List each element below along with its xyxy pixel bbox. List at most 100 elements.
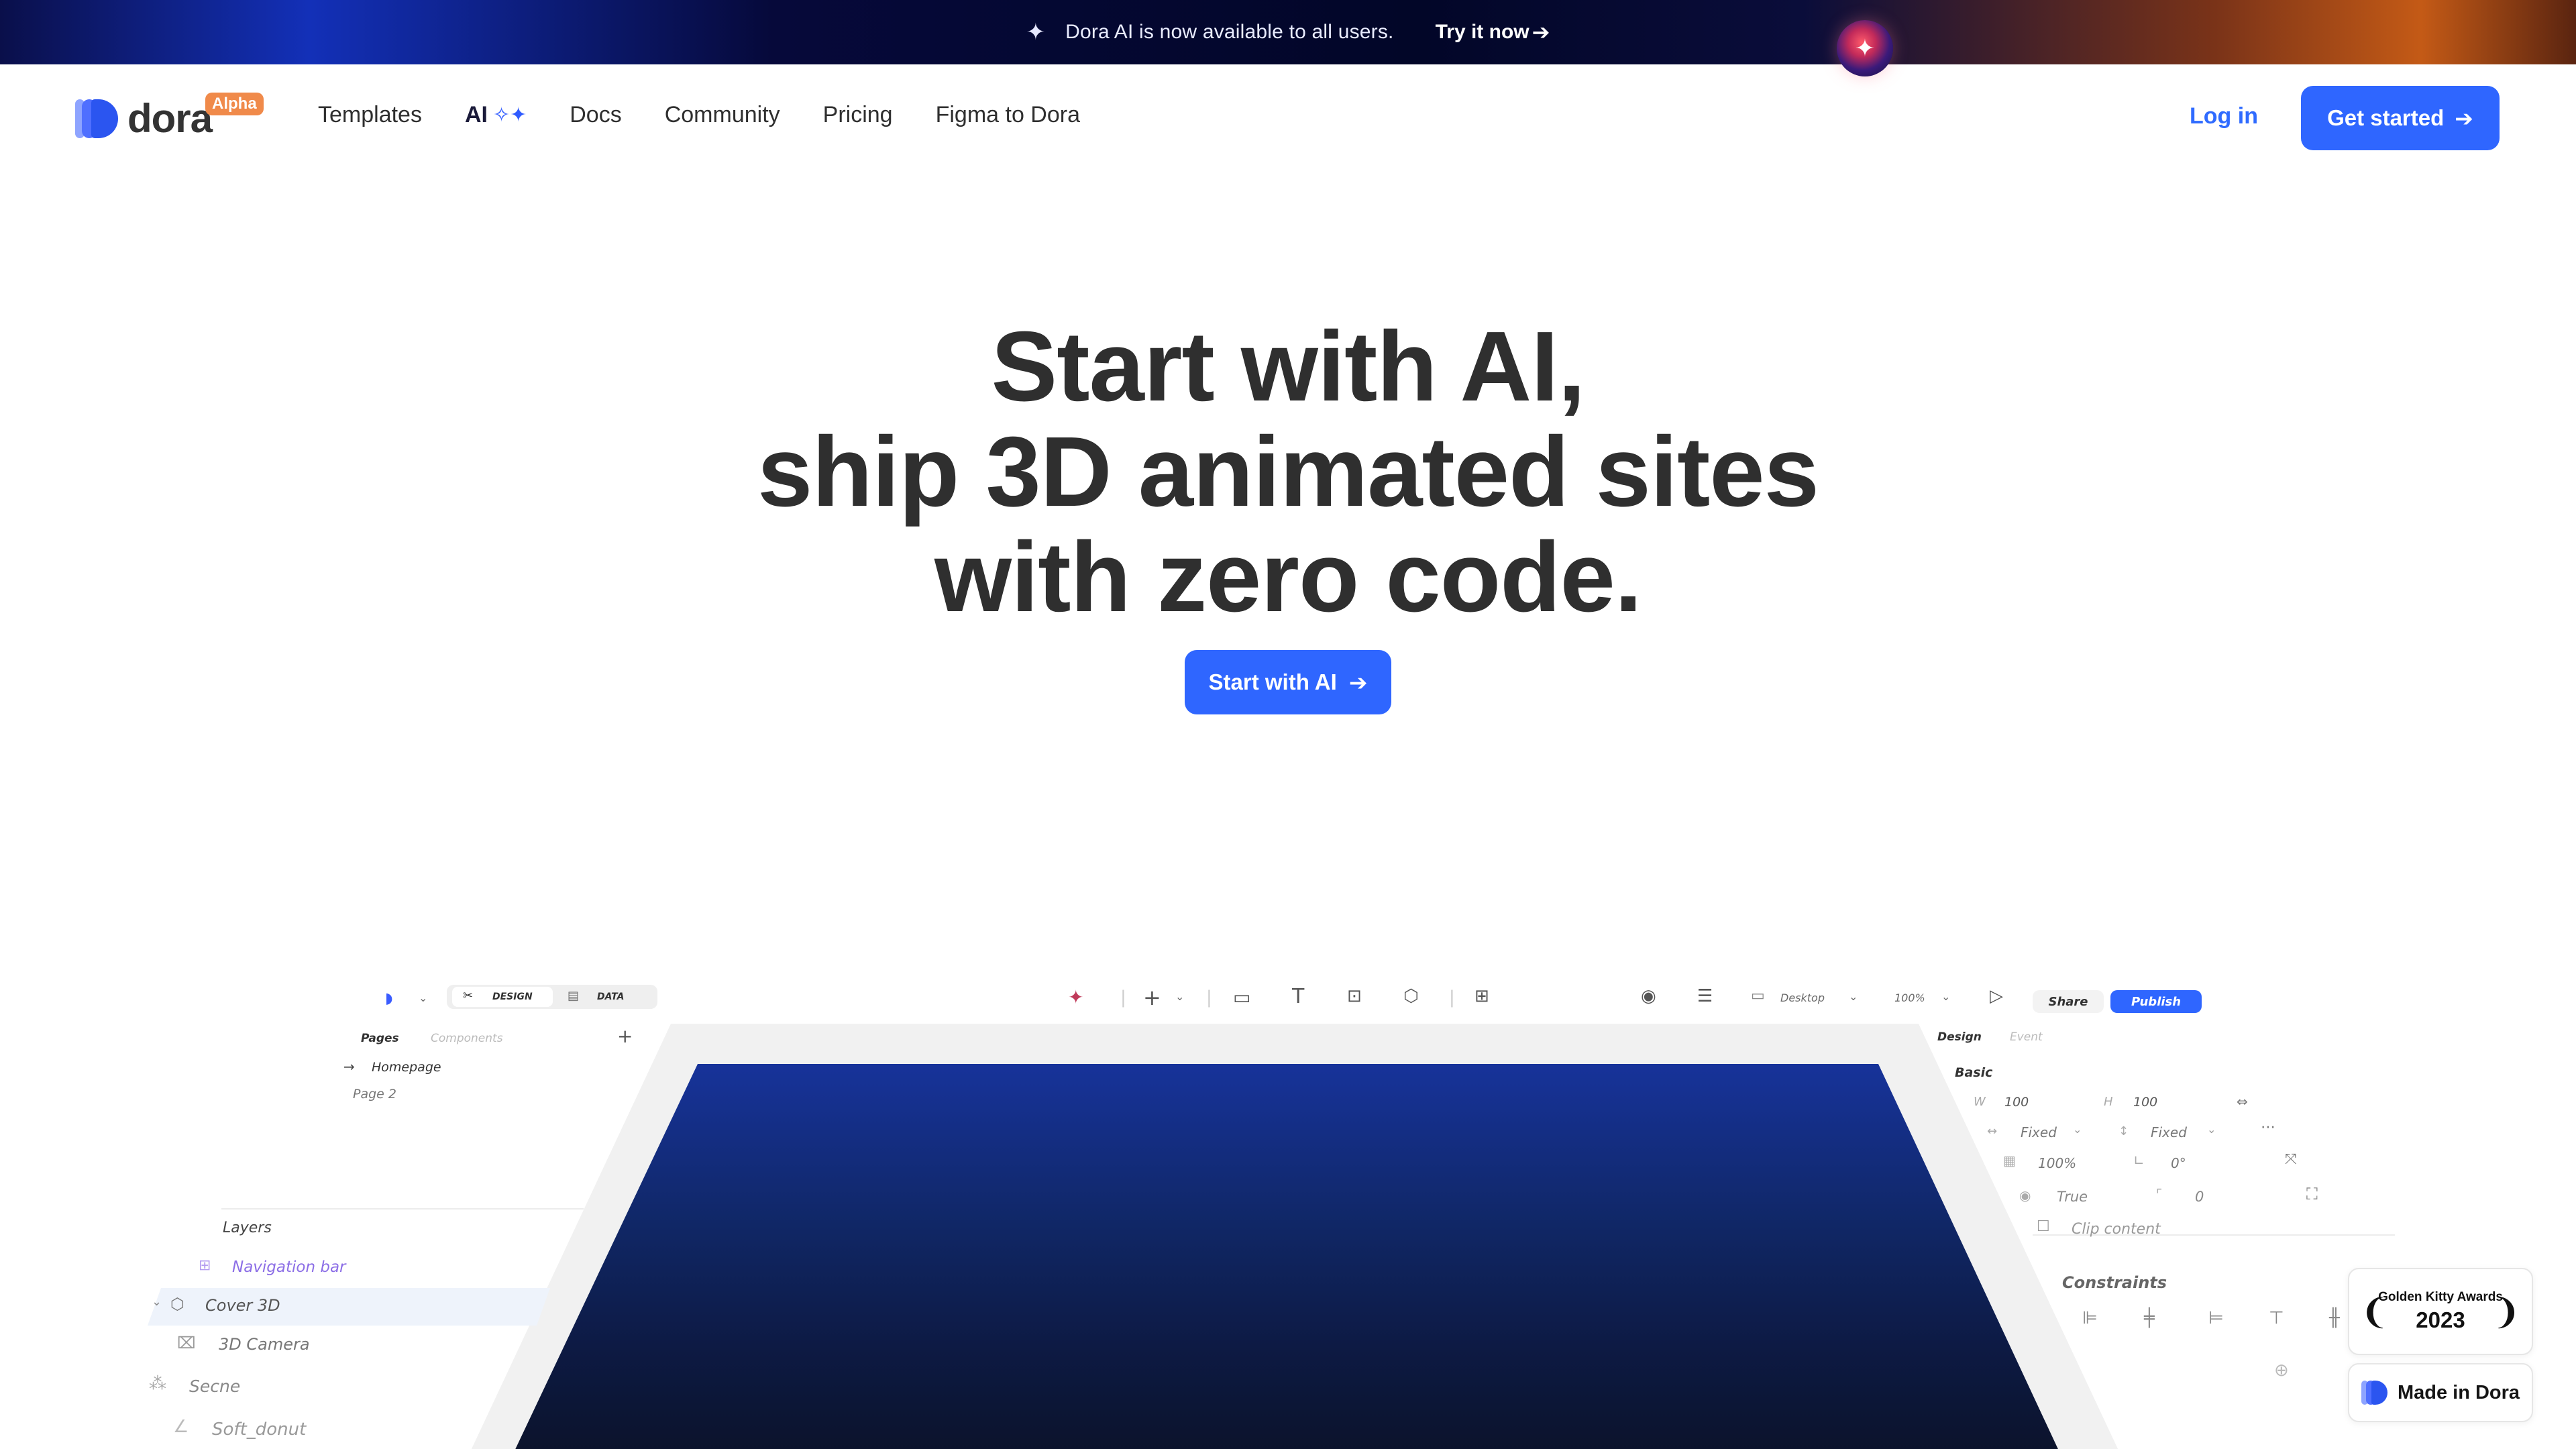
layer-item-cover-3d[interactable]: Cover 3D	[205, 1296, 280, 1315]
separator: |	[1206, 987, 1212, 1008]
camera-icon: ⌧	[177, 1334, 196, 1352]
top-nav: dora Alpha Templates AI ✧✦ Docs Communit…	[0, 64, 2576, 172]
layer-item-secne[interactable]: Secne	[189, 1377, 240, 1396]
layer-item-navigation-bar[interactable]: Navigation bar	[232, 1258, 346, 1276]
more-icon[interactable]: ⋯	[2261, 1119, 2275, 1136]
arrow-right-icon: ➔	[1532, 20, 1550, 44]
width-mode-select[interactable]: Fixed	[2021, 1124, 2057, 1140]
ai-sparkle-icon[interactable]: ✦	[1068, 986, 1083, 1008]
golden-kitty-award-badge[interactable]: ❨ Golden Kitty Awards 2023 ❩	[2348, 1268, 2533, 1355]
nav-item-templates[interactable]: Templates	[318, 102, 422, 128]
chevron-down-icon[interactable]: ⌄	[2207, 1123, 2216, 1136]
settings-sliders-icon[interactable]: ☰	[1697, 986, 1713, 1006]
get-started-button[interactable]: Get started ➔	[2301, 86, 2500, 150]
constraint-add-icon[interactable]: ⊕	[2274, 1360, 2289, 1381]
tab-components[interactable]: Components	[431, 1032, 503, 1045]
width-input[interactable]: 100	[2004, 1095, 2029, 1110]
arrow-right-icon: →	[343, 1059, 355, 1075]
arrow-right-icon: ➔	[1348, 669, 1368, 695]
corner-radius-icon: ⌜	[2156, 1186, 2163, 1202]
align-center-icon[interactable]: ╪	[2144, 1308, 2155, 1328]
text-tool-icon[interactable]: T	[1292, 985, 1304, 1008]
basic-section-title: Basic	[1955, 1065, 1993, 1080]
opacity-input[interactable]: 100%	[2038, 1155, 2076, 1171]
separator: |	[1120, 987, 1126, 1008]
align-middle-icon[interactable]: ╫	[2329, 1308, 2340, 1328]
nav-item-community[interactable]: Community	[665, 102, 780, 128]
nav-item-docs[interactable]: Docs	[570, 102, 621, 128]
cube-3d-icon[interactable]: ⬡	[1403, 986, 1419, 1006]
zoom-select[interactable]: 100%	[1894, 991, 1925, 1004]
chevron-down-icon[interactable]: ⌄	[2073, 1123, 2082, 1136]
tab-design-props[interactable]: Design	[1937, 1030, 1982, 1044]
share-button[interactable]: Share	[2033, 990, 2104, 1013]
components-icon[interactable]: ⊞	[1474, 986, 1489, 1006]
award-title: Golden Kitty Awards	[2378, 1290, 2503, 1304]
chevron-down-icon[interactable]: ⌄	[152, 1295, 162, 1309]
start-with-ai-button[interactable]: Start with AI ➔	[1185, 650, 1391, 714]
hero-line-2: ship 3D animated sites	[757, 417, 1819, 527]
made-in-dora-badge[interactable]: Made in Dora	[2348, 1363, 2533, 1422]
laurel-right-icon: ❩	[2491, 1293, 2521, 1332]
checkbox[interactable]: ☐	[2037, 1218, 2050, 1235]
page-item-homepage[interactable]: Homepage	[372, 1060, 441, 1075]
layer-item-soft-donut[interactable]: Soft_donut	[212, 1419, 306, 1440]
link-icon[interactable]: ⇔	[2237, 1093, 2248, 1110]
chevron-down-icon[interactable]: ⌄	[1941, 990, 1950, 1003]
try-it-now-link[interactable]: Try it now ➔	[1436, 19, 1550, 45]
logo-wordmark: dora	[127, 96, 213, 141]
nav-item-pricing[interactable]: Pricing	[823, 102, 893, 128]
dora-logo-icon[interactable]: ◗	[385, 990, 393, 1007]
width-label: W	[1974, 1095, 1986, 1109]
hero-line-1: Start with AI,	[991, 311, 1586, 422]
clip-content-label: Clip content	[2072, 1221, 2161, 1238]
chevron-down-icon[interactable]: ⌄	[1175, 990, 1184, 1003]
height-mode-icon: ↕	[2118, 1124, 2129, 1138]
chevron-down-icon[interactable]: ⌄	[1849, 990, 1858, 1003]
height-input[interactable]: 100	[2133, 1095, 2157, 1110]
mesh-icon: ∠	[173, 1417, 189, 1437]
chevron-down-icon[interactable]: ⌄	[419, 991, 427, 1004]
visible-select[interactable]: True	[2057, 1189, 2088, 1205]
page-item-page-2[interactable]: Page 2	[353, 1087, 396, 1102]
nav-item-ai[interactable]: AI ✧✦	[465, 102, 527, 128]
tab-data[interactable]: DATA	[597, 991, 624, 1002]
corner-radius-input[interactable]: 0	[2195, 1189, 2204, 1205]
laurel-left-icon: ❨	[2360, 1293, 2390, 1332]
cube-3d-icon: ⬡	[170, 1295, 184, 1313]
tab-design[interactable]: DESIGN	[492, 991, 533, 1002]
preview-eye-icon[interactable]: ◉	[1641, 986, 1656, 1006]
sparkle-icon: ✦	[1026, 19, 1046, 45]
tab-event[interactable]: Event	[2010, 1030, 2043, 1044]
image-icon[interactable]: ⊡	[1347, 986, 1362, 1006]
add-page-icon[interactable]: +	[617, 1025, 633, 1047]
device-select[interactable]: Desktop	[1780, 991, 1825, 1004]
add-icon[interactable]: +	[1143, 985, 1161, 1010]
expand-icon[interactable]: ⛶	[2306, 1185, 2318, 1203]
publish-button[interactable]: Publish	[2110, 990, 2202, 1013]
align-right-icon[interactable]: ⊨	[2208, 1308, 2224, 1328]
dora-logo[interactable]: dora Alpha	[75, 93, 264, 142]
editor-preview: ◗ ⌄ ✂ DESIGN ▤ DATA ✦ | + ⌄ | ▭ T ⊡ ⬡ | …	[0, 966, 2576, 1449]
layer-item-3d-camera[interactable]: 3D Camera	[219, 1335, 310, 1354]
tab-pages[interactable]: Pages	[361, 1032, 399, 1045]
align-left-icon[interactable]: ⊫	[2082, 1308, 2098, 1328]
rotation-icon: ∟	[2133, 1152, 2145, 1169]
design-tool-icon: ✂	[463, 989, 474, 1003]
hero-line-3: with zero code.	[934, 522, 1642, 633]
dora-logo-mark	[75, 97, 119, 141]
transform-icon[interactable]: ⤧	[2285, 1151, 2297, 1168]
height-mode-select[interactable]: Fixed	[2151, 1124, 2187, 1140]
rectangle-icon[interactable]: ▭	[1233, 986, 1250, 1008]
scene-icon: ⁂	[149, 1374, 166, 1394]
opacity-icon: ▦	[2003, 1152, 2016, 1169]
frame-icon: ⊞	[199, 1257, 211, 1274]
align-top-icon[interactable]: ⊤	[2269, 1308, 2284, 1328]
login-link[interactable]: Log in	[2190, 103, 2258, 129]
start-with-ai-label: Start with AI	[1208, 669, 1337, 694]
rotation-input[interactable]: 0°	[2171, 1155, 2186, 1171]
nav-item-figma-to-dora[interactable]: Figma to Dora	[936, 102, 1080, 128]
get-started-label: Get started	[2327, 105, 2445, 130]
announcement-message: Dora AI is now available to all users.	[1065, 21, 1394, 43]
play-icon[interactable]: ▷	[1990, 986, 2003, 1006]
